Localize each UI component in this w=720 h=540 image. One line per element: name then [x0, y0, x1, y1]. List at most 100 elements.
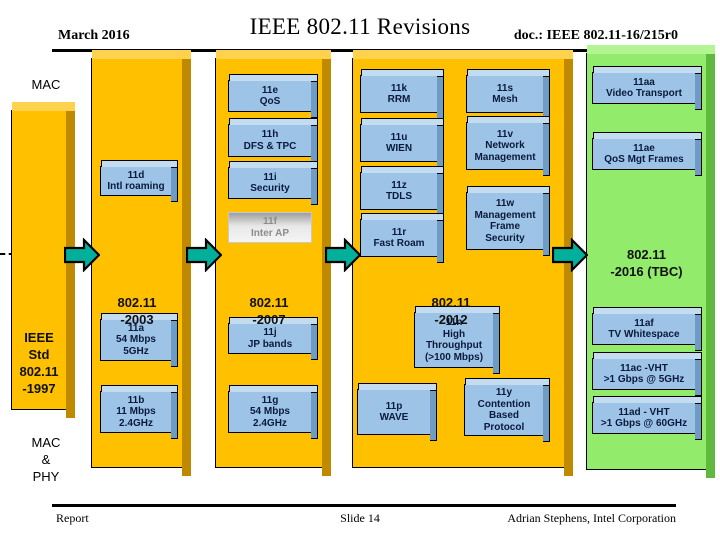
box-side-face: [311, 168, 318, 205]
layer-label-mac-phy: MAC & PHY: [31, 435, 61, 484]
box-top-face: [467, 186, 550, 193]
feature-box-11af[interactable]: 11af TV Whitespace: [592, 307, 702, 351]
feature-box-11r-label: 11r Fast Roam: [373, 226, 425, 250]
feature-box-11af-label: 11af TV Whitespace: [608, 317, 680, 341]
feature-box-11e[interactable]: 11e QoS: [228, 74, 318, 118]
feature-box-11ad[interactable]: 11ad - VHT >1 Gbps @ 60GHz: [592, 396, 702, 440]
feature-box-11aa[interactable]: 11aa Video Transport: [592, 66, 702, 110]
box-side-face: [695, 403, 702, 440]
column-title-2016: 802.11 -2016 (TBC): [610, 247, 683, 279]
column-top-face: [216, 50, 331, 59]
box-side-face: [543, 76, 550, 119]
box-side-face: [437, 76, 444, 119]
feature-box-11f-withdrawn[interactable]: 11f Inter AP: [228, 212, 312, 243]
feature-box-11ad-label: 11ad - VHT >1 Gbps @ 60GHz: [600, 406, 688, 430]
box-side-face: [311, 392, 318, 439]
feature-box-11u-label: 11u WIEN: [385, 131, 413, 155]
box-top-face: [465, 378, 550, 385]
layer-label-mac: MAC: [31, 77, 61, 92]
box-top-face: [229, 161, 318, 168]
footer-author: Adrian Stephens, Intel Corporation: [507, 511, 676, 525]
column-top-face: [12, 102, 75, 111]
feature-box-11s-label: 11s Mesh: [492, 82, 518, 106]
box-top-face: [229, 118, 318, 125]
box-side-face: [437, 220, 444, 263]
feature-box-11ac[interactable]: 11ac -VHT >1 Gbps @ 5GHz: [592, 352, 702, 396]
feature-box-11y-label: 11y Contention Based Protocol: [477, 387, 531, 433]
box-top-face: [593, 307, 702, 314]
feature-box-11d[interactable]: 11d Intl roaming: [100, 160, 178, 202]
box-top-face: [593, 132, 702, 139]
feature-box-11b[interactable]: 11b 11 Mbps 2.4GHz: [100, 385, 178, 439]
feature-box-11d-label: 11d Intl roaming: [107, 169, 165, 193]
box-top-face: [101, 160, 178, 167]
footer-divider: [52, 504, 676, 507]
box-top-face: [361, 69, 444, 76]
arrow-2003-to-2007-icon: [186, 238, 222, 272]
box-side-face: [543, 385, 550, 442]
box-side-face: [171, 392, 178, 439]
feature-box-11p[interactable]: 11p WAVE: [357, 383, 437, 441]
column-top-face: [353, 50, 573, 59]
feature-box-11b-label: 11b 11 Mbps 2.4GHz: [116, 394, 156, 429]
feature-box-11z[interactable]: 11z TDLS: [360, 166, 444, 216]
feature-box-11e-label: 11e QoS: [259, 84, 281, 108]
box-side-face: [311, 324, 318, 360]
column-title-2007: 802.11 -2007: [249, 295, 289, 327]
header-doc-number: doc.: IEEE 802.11-16/215r0: [513, 28, 678, 43]
feature-box-11h-label: 11h DFS & TPC: [243, 129, 297, 152]
feature-box-11v-label: 11v Network Management: [474, 128, 536, 163]
arrow-2007-to-2012-icon: [325, 238, 361, 272]
box-side-face: [695, 359, 702, 396]
feature-box-11ac-label: 11ac -VHT >1 Gbps @ 5GHz: [603, 362, 685, 386]
feature-box-11y[interactable]: 11y Contention Based Protocol: [464, 378, 550, 442]
revision-column-1997[interactable]: IEEE Std 802.11 -1997: [11, 102, 75, 418]
box-top-face: [229, 385, 318, 392]
column-top-face: [587, 45, 715, 54]
box-side-face: [430, 390, 437, 441]
feature-box-11p-label: 11p WAVE: [379, 400, 409, 424]
feature-box-11w[interactable]: 11w Management Frame Security: [466, 186, 550, 256]
column-side-face: [706, 54, 715, 478]
feature-box-11aa-label: 11aa Video Transport: [606, 76, 682, 100]
feature-box-11v[interactable]: 11v Network Management: [466, 116, 550, 176]
feature-box-11i[interactable]: 11i Security: [228, 161, 318, 205]
box-side-face: [171, 167, 178, 202]
box-side-face: [543, 193, 550, 256]
feature-box-11ae[interactable]: 11ae QoS Mgt Frames: [592, 132, 702, 176]
feature-box-11k-label: 11k RRM: [387, 82, 411, 106]
feature-box-11g[interactable]: 11g 54 Mbps 2.4GHz: [228, 385, 318, 439]
box-side-face: [437, 173, 444, 216]
feature-box-11u[interactable]: 11u WIEN: [360, 118, 444, 168]
feature-box-11g-label: 11g 54 Mbps 2.4GHz: [249, 394, 290, 429]
box-side-face: [695, 314, 702, 351]
box-side-face: [543, 123, 550, 176]
box-top-face: [467, 116, 550, 123]
box-side-face: [311, 125, 318, 163]
feature-box-11k[interactable]: 11k RRM: [360, 69, 444, 119]
feature-box-11ae-label: 11ae QoS Mgt Frames: [604, 142, 684, 166]
box-top-face: [101, 385, 178, 392]
arrow-2012-to-2016-icon: [552, 238, 588, 272]
feature-box-11j-label: 11j JP bands: [247, 327, 293, 350]
feature-box-11s[interactable]: 11s Mesh: [466, 69, 550, 119]
feature-box-11r[interactable]: 11r Fast Roam: [360, 213, 444, 263]
box-top-face: [593, 352, 702, 359]
box-top-face: [358, 383, 437, 390]
box-top-face: [229, 74, 318, 81]
feature-box-11z-label: 11z TDLS: [385, 179, 413, 203]
column-top-face: [92, 50, 191, 59]
column-title-2012: 802.11 -2012: [431, 295, 471, 327]
box-top-face: [593, 396, 702, 403]
feature-box-11w-label: 11w Management Frame Security: [474, 198, 536, 244]
arrow-1997-to-2003-icon: [64, 238, 100, 272]
box-top-face: [361, 118, 444, 125]
box-top-face: [361, 213, 444, 220]
box-side-face: [695, 139, 702, 176]
box-top-face: [467, 69, 550, 76]
feature-box-11f-label: 11f Inter AP: [251, 216, 289, 239]
box-side-face: [311, 81, 318, 118]
feature-box-11h[interactable]: 11h DFS & TPC: [228, 118, 318, 163]
feature-box-11i-label: 11i Security: [250, 171, 290, 195]
box-side-face: [695, 73, 702, 110]
